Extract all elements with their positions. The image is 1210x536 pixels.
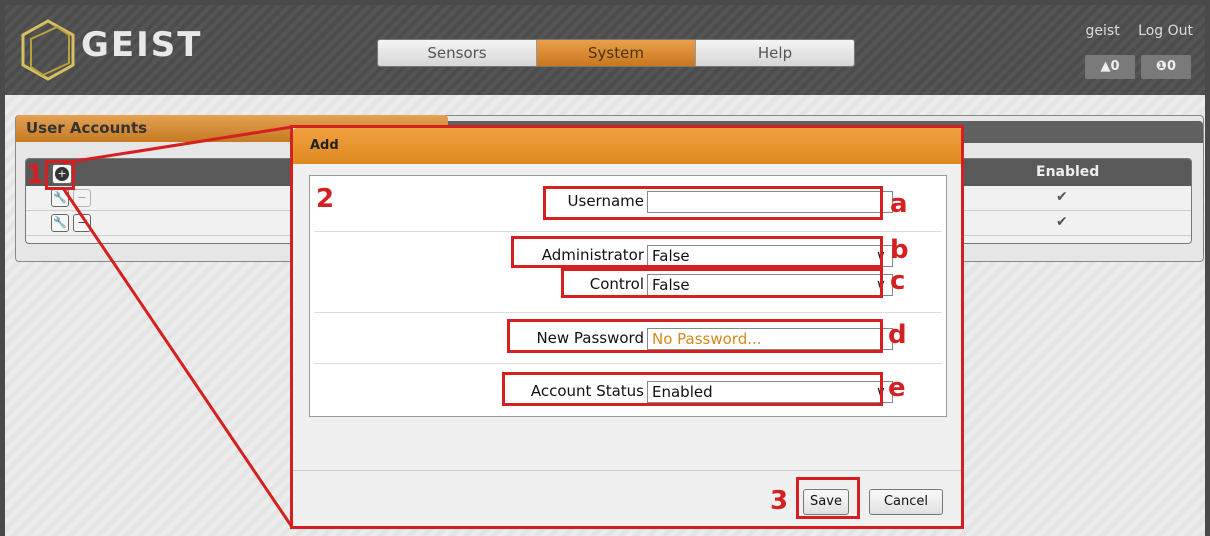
annotation-label-a: a <box>890 189 908 219</box>
annotation-label-3: 3 <box>770 486 789 516</box>
annotation-save-box <box>796 477 860 519</box>
annotation-control-box <box>561 268 883 298</box>
annotation-username-box <box>543 186 883 220</box>
annotation-label-b: b <box>890 235 909 265</box>
app-window: GEIST Sensors System Help geist Log Out … <box>0 0 1210 536</box>
annotation-label-e: e <box>888 373 906 403</box>
annotation-add-box <box>45 160 75 190</box>
annotation-label-2: 2 <box>316 184 335 214</box>
annotation-administrator-box <box>511 236 883 268</box>
annotation-status-box <box>502 372 883 406</box>
annotation-label-d: d <box>888 320 907 350</box>
annotation-password-box <box>507 319 883 353</box>
annotation-label-c: c <box>890 266 906 296</box>
annotation-label-1: 1 <box>26 160 45 190</box>
